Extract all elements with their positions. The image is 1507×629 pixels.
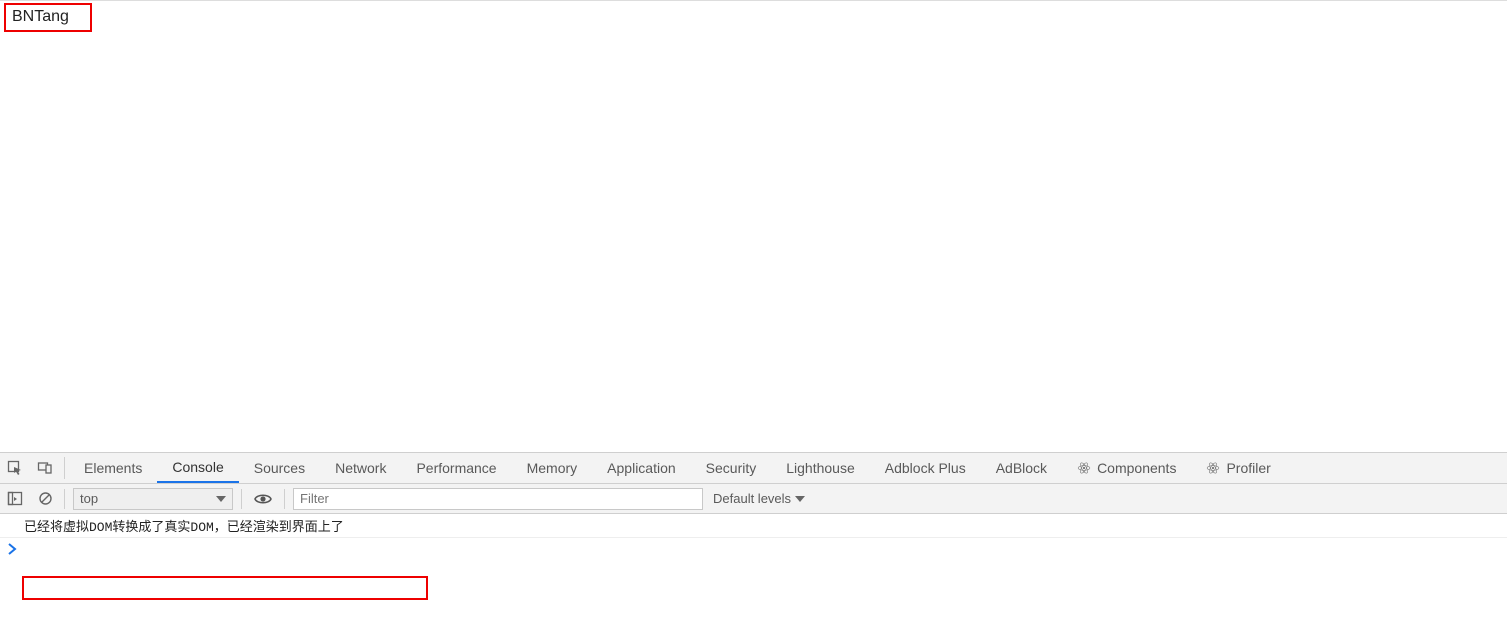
context-selector[interactable]: top [73, 488, 233, 510]
prompt-caret-icon [8, 543, 18, 555]
tab-network[interactable]: Network [320, 453, 401, 483]
log-highlight-box [22, 576, 428, 600]
device-toolbar-icon[interactable] [30, 453, 60, 483]
divider [241, 489, 242, 509]
console-log-row[interactable]: 已经将虚拟DOM转换成了真实DOM，已经渲染到界面上了 [0, 514, 1507, 538]
tab-sources[interactable]: Sources [239, 453, 320, 483]
console-toolbar: top Default levels [0, 484, 1507, 514]
tab-performance[interactable]: Performance [401, 453, 511, 483]
clear-console-icon[interactable] [30, 484, 60, 514]
tab-console[interactable]: Console [157, 453, 238, 483]
chevron-down-icon [216, 496, 226, 502]
context-value: top [80, 491, 98, 506]
tab-profiler[interactable]: Profiler [1191, 453, 1285, 483]
react-icon [1206, 461, 1220, 475]
tab-application[interactable]: Application [592, 453, 691, 483]
log-levels-selector[interactable]: Default levels [713, 491, 805, 506]
tab-lighthouse[interactable]: Lighthouse [771, 453, 870, 483]
tab-adblockplus[interactable]: Adblock Plus [870, 453, 981, 483]
tab-elements[interactable]: Elements [69, 453, 157, 483]
tab-adblock[interactable]: AdBlock [981, 453, 1062, 483]
page-content-text: BNTang [12, 8, 69, 25]
tab-components[interactable]: Components [1062, 453, 1191, 483]
devtools-panel: Elements Console Sources Network Perform… [0, 452, 1507, 560]
console-output: 已经将虚拟DOM转换成了真实DOM，已经渲染到界面上了 [0, 514, 1507, 560]
divider [284, 489, 285, 509]
divider [64, 457, 65, 479]
react-icon [1077, 461, 1091, 475]
log-levels-label: Default levels [713, 491, 791, 506]
page-content-highlight: BNTang [4, 3, 92, 32]
devtools-tabbar: Elements Console Sources Network Perform… [0, 452, 1507, 484]
tab-memory[interactable]: Memory [512, 453, 593, 483]
tab-security[interactable]: Security [691, 453, 772, 483]
divider [64, 489, 65, 509]
console-log-message: 已经将虚拟DOM转换成了真实DOM，已经渲染到界面上了 [24, 516, 344, 535]
inspect-element-icon[interactable] [0, 453, 30, 483]
filter-input[interactable] [293, 488, 703, 510]
chevron-down-icon [795, 496, 805, 502]
live-expression-icon[interactable] [246, 484, 280, 514]
console-sidebar-toggle-icon[interactable] [0, 484, 30, 514]
console-prompt-row[interactable] [0, 538, 1507, 560]
